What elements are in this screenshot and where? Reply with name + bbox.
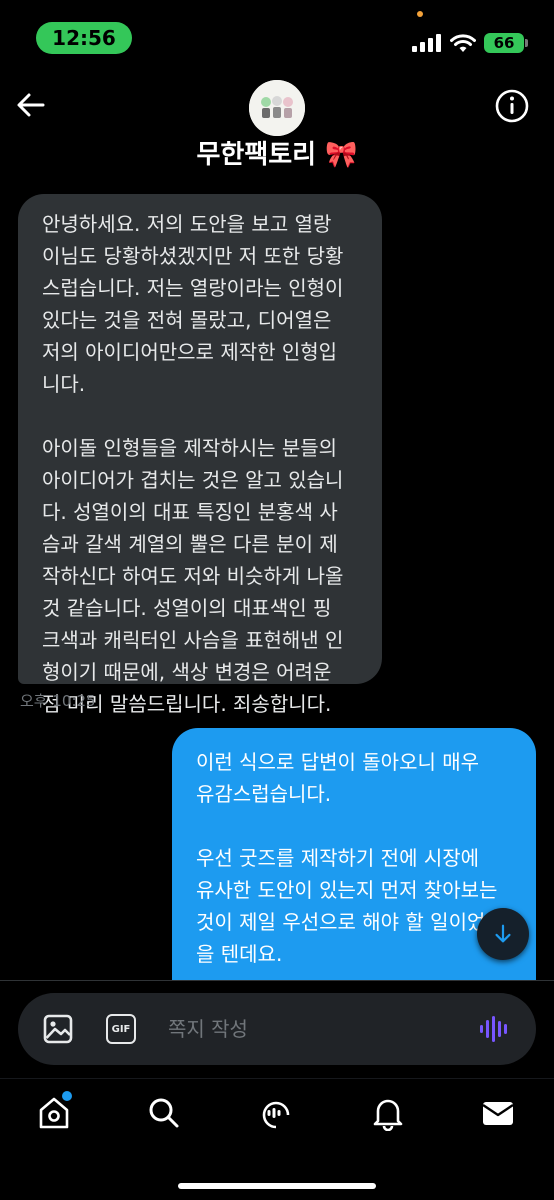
voice-message-icon[interactable] bbox=[478, 1013, 512, 1045]
incoming-message-bubble[interactable]: 안녕하세요. 저의 도안을 보고 열랑 이님도 당황하셨겠지만 저 또한 당황 … bbox=[18, 194, 382, 716]
image-icon[interactable] bbox=[42, 1013, 74, 1045]
gif-icon[interactable]: GIF bbox=[106, 1014, 136, 1044]
message-list[interactable]: 안녕하세요. 저의 도안을 보고 열랑 이님도 당황하셨겠지만 저 또한 당황 … bbox=[0, 182, 554, 980]
info-icon[interactable] bbox=[494, 88, 530, 124]
cellular-signal-icon bbox=[412, 34, 442, 52]
conversation-title[interactable]: 무한팩토리 🎀 bbox=[0, 134, 554, 171]
search-icon[interactable] bbox=[146, 1095, 182, 1131]
scroll-to-bottom-button[interactable] bbox=[477, 908, 529, 960]
home-indicator bbox=[178, 1183, 376, 1189]
message-input[interactable] bbox=[168, 993, 468, 1065]
avatar[interactable] bbox=[249, 80, 305, 136]
wifi-icon bbox=[450, 34, 476, 52]
battery-level: 66 bbox=[493, 34, 515, 52]
bell-icon[interactable] bbox=[370, 1095, 406, 1131]
conversation-header: 무한팩토리 🎀 bbox=[0, 62, 554, 182]
status-bar: 12:56 66 bbox=[0, 0, 554, 62]
battery-indicator: 66 bbox=[484, 33, 524, 53]
status-time: 12:56 bbox=[36, 22, 132, 54]
arrow-left-icon[interactable] bbox=[14, 88, 48, 122]
bottom-navigation bbox=[0, 1078, 554, 1200]
mail-icon[interactable] bbox=[480, 1095, 516, 1131]
composer-area: GIF bbox=[0, 980, 554, 1078]
privacy-indicator-dot bbox=[417, 11, 423, 17]
arrow-down-icon bbox=[495, 924, 511, 943]
battery-tip bbox=[525, 39, 528, 47]
notification-badge bbox=[62, 1091, 72, 1101]
spaces-icon[interactable] bbox=[258, 1095, 294, 1131]
message-timestamp: 오후 10:25 bbox=[20, 692, 96, 710]
message-composer: GIF bbox=[18, 993, 536, 1065]
avatar-image bbox=[249, 80, 305, 136]
